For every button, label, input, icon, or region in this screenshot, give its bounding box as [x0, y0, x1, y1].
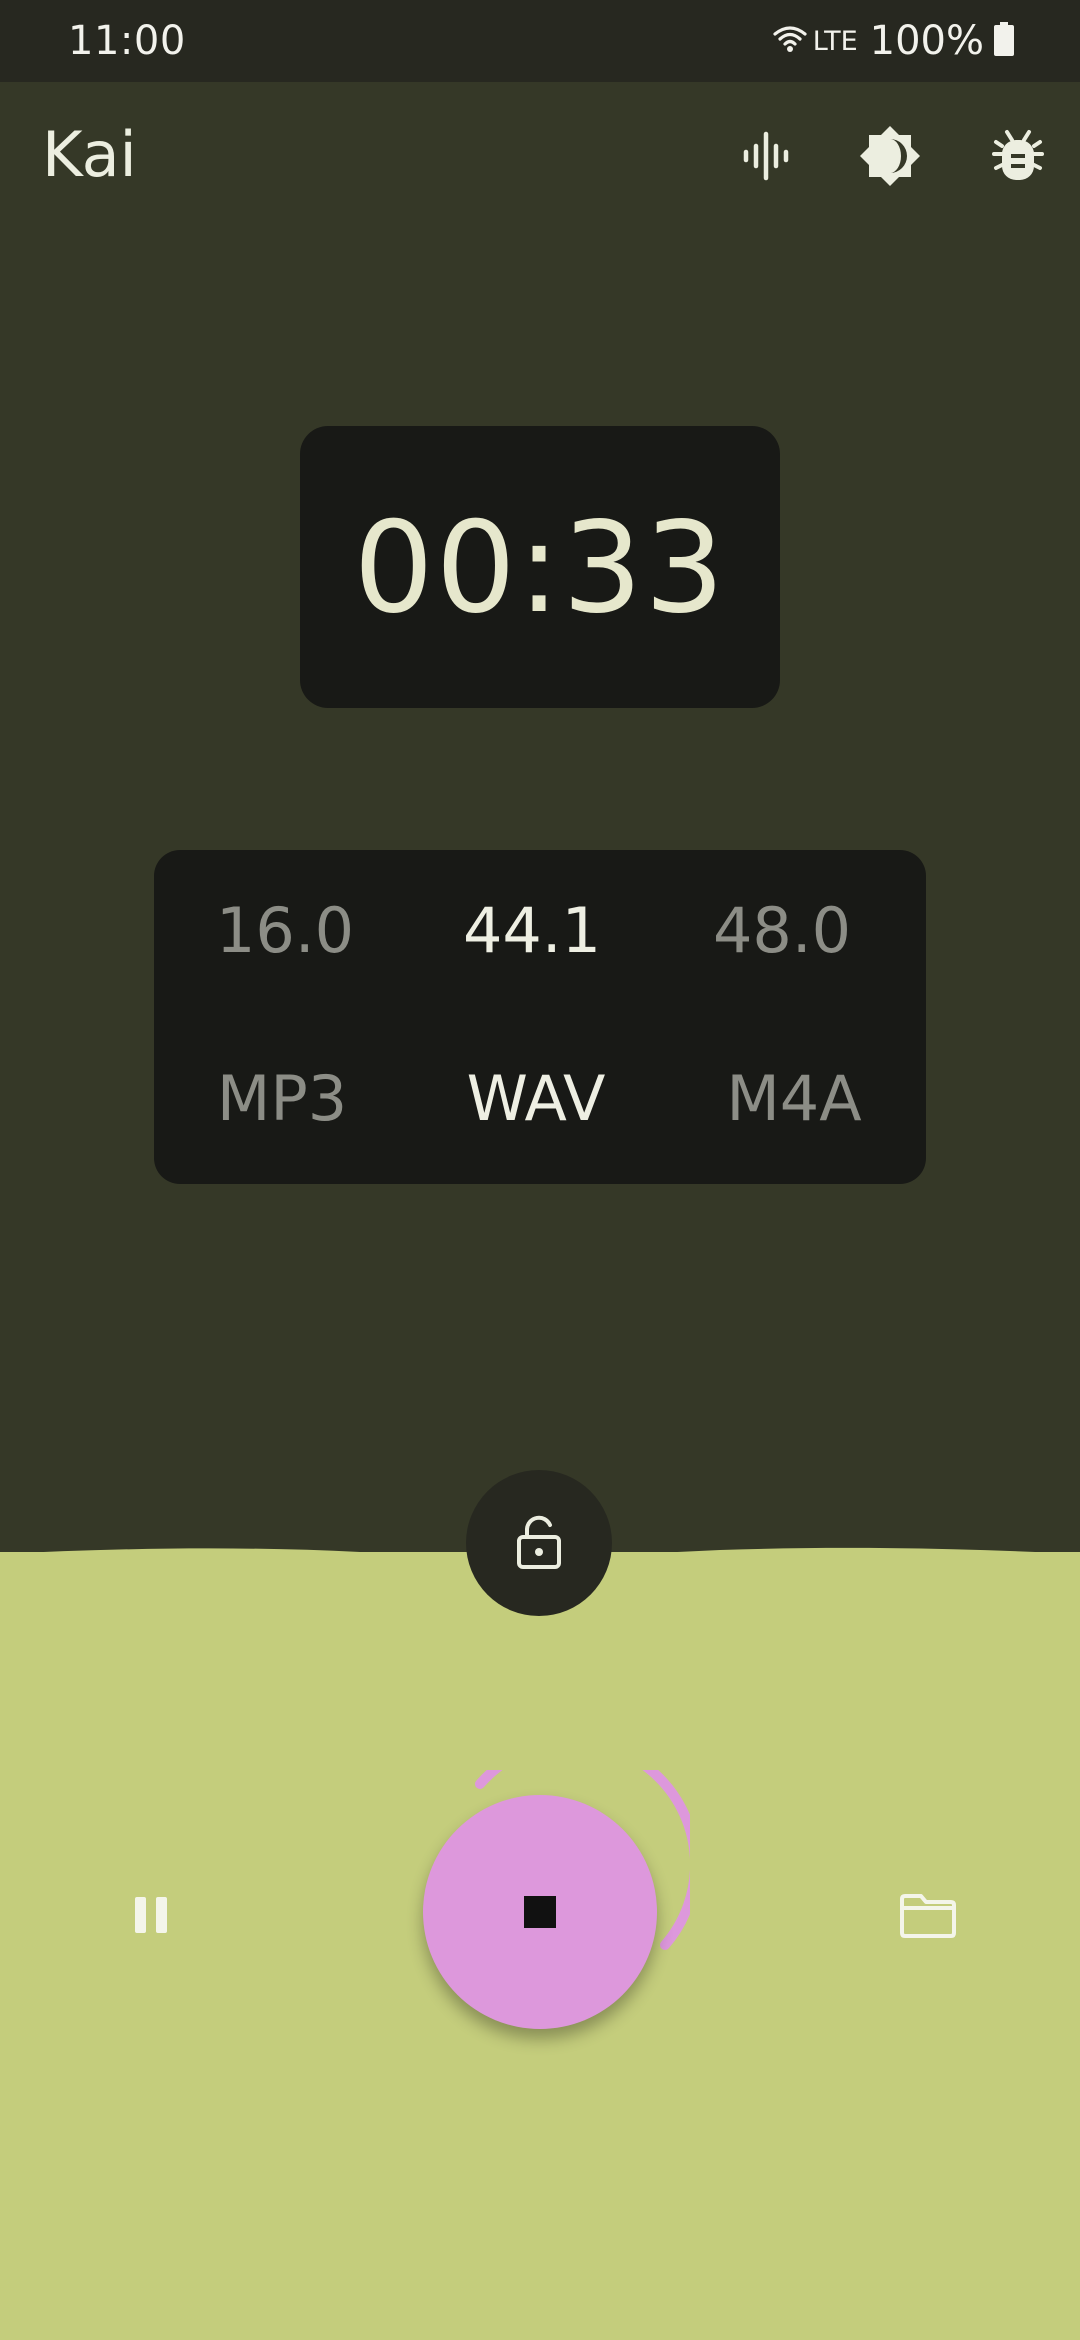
stop-button[interactable]	[423, 1795, 657, 2029]
unlock-icon	[515, 1513, 563, 1573]
format-option-m4a[interactable]: M4A	[694, 1062, 894, 1135]
timer-display: 00:33	[300, 426, 780, 708]
status-time: 11:00	[68, 18, 186, 64]
folder-icon	[899, 1893, 957, 1943]
sample-rate-option-48[interactable]: 48.0	[682, 894, 882, 967]
pause-button[interactable]	[116, 1882, 186, 1952]
lock-button[interactable]	[466, 1470, 612, 1616]
app-title: Kai	[42, 118, 137, 191]
recordings-folder-button[interactable]	[890, 1880, 966, 1956]
format-option-wav[interactable]: WAV	[436, 1062, 636, 1135]
theme-toggle-button[interactable]	[854, 120, 926, 192]
waveform-button[interactable]	[730, 120, 802, 192]
format-option-mp3[interactable]: MP3	[182, 1062, 382, 1135]
elapsed-time: 00:33	[353, 493, 727, 641]
stop-icon	[524, 1896, 556, 1928]
bug-icon	[992, 128, 1044, 184]
debug-button[interactable]	[982, 120, 1054, 192]
waveform-icon	[738, 128, 794, 184]
battery-percent: 100%	[869, 18, 984, 64]
theme-contrast-icon	[858, 124, 922, 188]
recording-options-panel: 16.0 44.1 48.0 MP3 WAV M4A	[154, 850, 926, 1184]
wifi-icon	[773, 25, 807, 57]
sample-rate-option-16[interactable]: 16.0	[185, 894, 385, 967]
pause-icon	[133, 1895, 169, 1939]
battery-icon	[994, 22, 1014, 60]
network-type: LTE	[812, 25, 858, 57]
status-icons: LTE 100%	[773, 16, 1014, 66]
sample-rate-option-44[interactable]: 44.1	[432, 894, 632, 967]
status-bar: 11:00 LTE 100%	[0, 0, 1080, 82]
